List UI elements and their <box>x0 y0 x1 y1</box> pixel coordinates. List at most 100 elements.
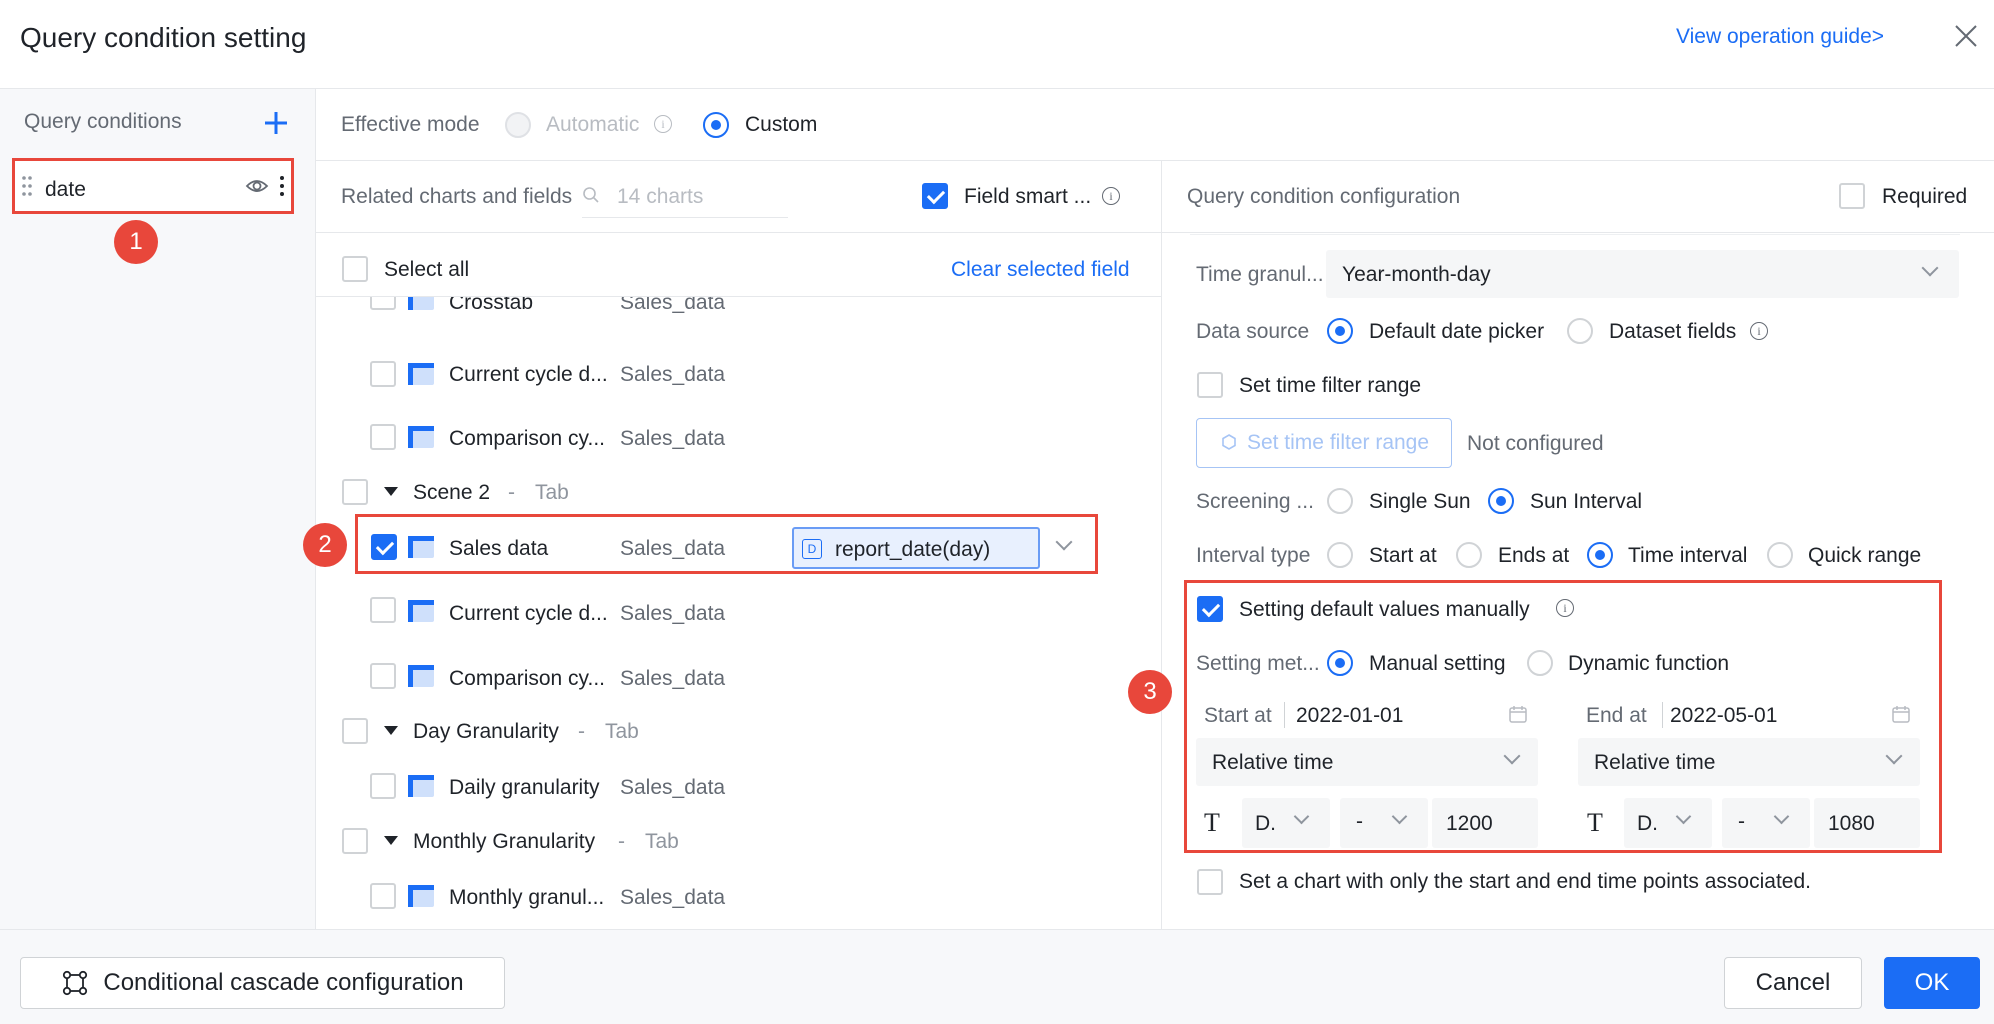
search-icon <box>583 187 599 203</box>
row-checkbox[interactable] <box>370 883 396 909</box>
manual-setting-radio[interactable] <box>1327 650 1353 676</box>
only-time-points-label: Set a chart with only the start and end … <box>1239 870 1811 893</box>
ends-at-label: Ends at <box>1498 544 1570 567</box>
screening-label: Screening ... <box>1196 490 1314 513</box>
end-direction-select[interactable]: - <box>1722 798 1810 848</box>
conditional-cascade-label: Conditional cascade configuration <box>103 969 464 996</box>
default-values-manual-checkbox[interactable] <box>1197 596 1223 622</box>
not-configured-text: Not configured <box>1467 432 1604 455</box>
list-item[interactable]: Crosstab Sales_data <box>316 296 1161 322</box>
quick-range-radio[interactable] <box>1767 542 1793 568</box>
ok-button[interactable]: OK <box>1884 957 1980 1009</box>
condition-name: date <box>45 178 86 201</box>
middle-divider <box>1161 161 1162 929</box>
field-smart-checkbox[interactable] <box>922 183 948 209</box>
chart-name: Current cycle d... <box>449 363 608 386</box>
ends-at-radio[interactable] <box>1456 542 1482 568</box>
dataset-fields-info-icon: i <box>1750 322 1768 340</box>
more-icon[interactable] <box>279 175 285 197</box>
config-title: Query condition configuration <box>1187 185 1461 208</box>
time-granularity-label: Time granul... <box>1196 263 1324 286</box>
row-checkbox[interactable] <box>370 296 396 310</box>
start-unit-value: D. <box>1255 812 1276 835</box>
caret-down-icon[interactable] <box>384 836 398 845</box>
end-date-value: 2022-05-01 <box>1670 704 1778 727</box>
field-smart-label: Field smart ... <box>964 185 1092 208</box>
settings-icon <box>1222 434 1236 450</box>
start-offset-input[interactable]: 1200 <box>1432 798 1538 848</box>
set-time-filter-range-checkbox[interactable] <box>1197 372 1223 398</box>
select-all-checkbox[interactable] <box>342 256 368 282</box>
mode-divider <box>316 160 1994 161</box>
default-date-picker-radio[interactable] <box>1327 318 1353 344</box>
end-relative-time-select[interactable]: Relative time <box>1578 738 1920 786</box>
table-chart-icon <box>408 426 434 448</box>
automatic-radio[interactable] <box>505 112 531 138</box>
start-direction-select[interactable]: - <box>1340 798 1428 848</box>
row-checkbox[interactable] <box>370 663 396 689</box>
list-top-edge <box>316 296 1161 297</box>
single-sun-label: Single Sun <box>1369 490 1471 513</box>
field-value: report_date(day) <box>835 538 991 561</box>
eye-icon[interactable] <box>245 176 269 196</box>
condition-item-date[interactable]: date <box>12 158 294 214</box>
dataset-fields-radio[interactable] <box>1567 318 1593 344</box>
dynamic-function-radio[interactable] <box>1527 650 1553 676</box>
caret-down-icon[interactable] <box>384 726 398 735</box>
query-conditions-title: Query conditions <box>24 110 182 133</box>
view-operation-guide-link[interactable]: View operation guide> <box>1676 26 1884 47</box>
add-condition-icon[interactable] <box>262 109 290 137</box>
clear-selected-field-link[interactable]: Clear selected field <box>951 259 1130 280</box>
start-relative-time-select[interactable]: Relative time <box>1196 738 1538 786</box>
dataset-name: Sales_data <box>620 296 726 314</box>
single-sun-radio[interactable] <box>1327 488 1353 514</box>
chart-name: Monthly granul... <box>449 886 605 909</box>
custom-radio[interactable] <box>703 112 729 138</box>
chart-name: Comparison cy... <box>449 667 605 690</box>
calendar-icon[interactable] <box>1891 704 1911 724</box>
dataset-name: Sales_data <box>620 776 726 799</box>
effective-mode-label: Effective mode <box>341 113 480 136</box>
interval-type-label: Interval type <box>1196 544 1311 567</box>
field-smart-info-icon: i <box>1102 187 1120 205</box>
field-select[interactable]: D report_date(day) <box>792 527 1040 569</box>
date-field-icon: D <box>802 539 822 559</box>
cancel-button[interactable]: Cancel <box>1724 957 1862 1009</box>
dataset-name: Sales_data <box>620 886 726 909</box>
group-tag: Tab <box>605 720 639 743</box>
table-chart-icon <box>408 885 434 907</box>
sales-data-checkbox[interactable] <box>371 534 397 560</box>
caret-down-icon[interactable] <box>384 487 398 496</box>
chevron-down-icon <box>1921 259 1939 277</box>
row-checkbox[interactable] <box>370 597 396 623</box>
drag-handle-icon[interactable] <box>21 175 33 197</box>
row-checkbox[interactable] <box>370 773 396 799</box>
custom-label: Custom <box>745 113 818 136</box>
conditional-cascade-button[interactable]: Conditional cascade configuration <box>20 957 505 1009</box>
set-time-filter-range-button[interactable]: Set time filter range <box>1196 418 1452 468</box>
required-checkbox[interactable] <box>1839 183 1865 209</box>
end-date-input[interactable]: End at 2022-05-01 <box>1578 696 1920 736</box>
end-unit-select[interactable]: D. <box>1624 798 1712 848</box>
start-at-radio[interactable] <box>1327 542 1353 568</box>
only-time-points-checkbox[interactable] <box>1197 869 1223 895</box>
start-relative-time-value: Relative time <box>1212 751 1334 774</box>
time-granularity-select[interactable]: Year-month-day <box>1326 250 1959 298</box>
start-date-input[interactable]: Start at 2022-01-01 <box>1196 696 1538 736</box>
group-checkbox[interactable] <box>342 828 368 854</box>
calendar-icon[interactable] <box>1508 704 1528 724</box>
time-interval-radio[interactable] <box>1587 542 1613 568</box>
set-time-filter-range-button-label: Set time filter range <box>1246 431 1430 454</box>
dataset-name: Sales_data <box>620 667 726 690</box>
row-checkbox[interactable] <box>370 361 396 387</box>
start-unit-select[interactable]: D. <box>1242 798 1330 848</box>
group-checkbox[interactable] <box>342 479 368 505</box>
callout-badge-3: 3 <box>1128 670 1172 714</box>
sun-interval-radio[interactable] <box>1488 488 1514 514</box>
chart-search-input[interactable]: 14 charts <box>582 174 788 218</box>
close-icon[interactable] <box>1952 22 1980 50</box>
row-checkbox[interactable] <box>370 424 396 450</box>
data-source-label: Data source <box>1196 320 1310 343</box>
group-checkbox[interactable] <box>342 718 368 744</box>
end-offset-input[interactable]: 1080 <box>1814 798 1920 848</box>
